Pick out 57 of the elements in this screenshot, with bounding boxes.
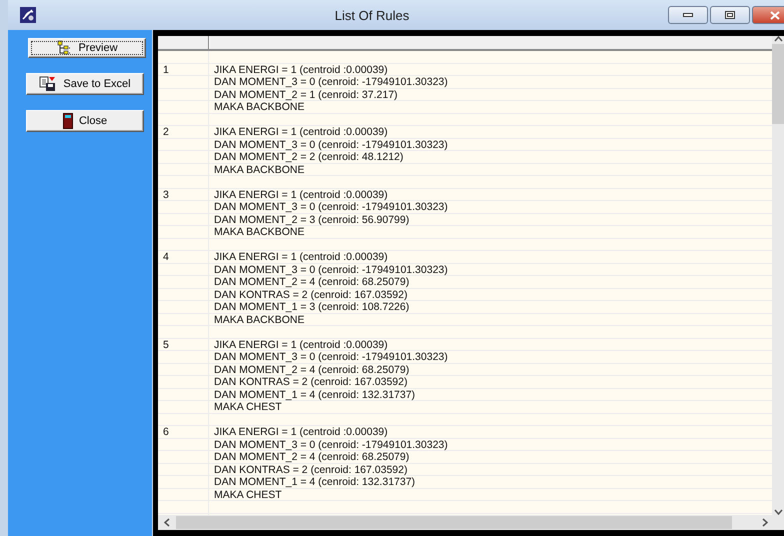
tree-icon bbox=[56, 40, 72, 56]
rule-line: DAN MOMENT_2 = 4 (cenroid: 68.25079) bbox=[213, 451, 410, 463]
rule-line: DAN MOMENT_2 = 4 (cenroid: 68.25079) bbox=[213, 364, 410, 376]
rule-line: DAN MOMENT_3 = 0 (cenroid: -17949101.30323) bbox=[213, 351, 448, 363]
rule-number: 2 bbox=[162, 126, 169, 138]
rule-number: 5 bbox=[162, 338, 169, 350]
rule-line: DAN MOMENT_3 = 0 (cenroid: -17949101.30323) bbox=[213, 201, 448, 213]
scroll-thumb[interactable] bbox=[772, 44, 784, 124]
rule-line: MAKA CHEST bbox=[213, 401, 282, 413]
rule-line: MAKA BACKBONE bbox=[213, 101, 304, 113]
rule-line: MAKA BACKBONE bbox=[213, 314, 304, 326]
rule-line: JIKA ENERGI = 1 (centroid :0.00039) bbox=[213, 426, 388, 438]
sidebar-button[interactable]: Close bbox=[26, 110, 144, 132]
sidebar-button[interactable]: Save to Excel bbox=[26, 73, 144, 95]
scroll-left-icon bbox=[164, 518, 170, 527]
rule-line: DAN MOMENT_2 = 4 (cenroid: 68.25079) bbox=[213, 276, 410, 288]
rule-line: DAN MOMENT_1 = 3 (cenroid: 108.7226) bbox=[213, 301, 410, 313]
rule-line: MAKA BACKBONE bbox=[213, 226, 304, 238]
save-disk-icon bbox=[39, 76, 58, 92]
minimize-icon bbox=[683, 13, 693, 17]
close-icon bbox=[770, 10, 780, 20]
rule-line: JIKA ENERGI = 1 (centroid :0.00039) bbox=[213, 188, 388, 200]
rule-number: 1 bbox=[162, 64, 169, 76]
rule-line: DAN MOMENT_2 = 3 (cenroid: 56.90799) bbox=[213, 214, 410, 226]
horizontal-scrollbar[interactable] bbox=[158, 515, 784, 530]
rule-number: 3 bbox=[162, 188, 169, 200]
maximize-icon bbox=[725, 11, 735, 19]
rule-line: DAN MOMENT_3 = 0 (cenroid: -17949101.30323) bbox=[213, 438, 448, 450]
scroll-thumb[interactable] bbox=[176, 516, 732, 529]
rule-line: DAN MOMENT_3 = 0 (cenroid: -17949101.30323) bbox=[213, 76, 448, 88]
rule-line: DAN MOMENT_1 = 4 (cenroid: 132.31737) bbox=[213, 388, 416, 400]
rule-line: JIKA ENERGI = 1 (centroid :0.00039) bbox=[213, 64, 388, 76]
rule-line: DAN MOMENT_3 = 0 (cenroid: -17949101.30323) bbox=[213, 264, 448, 276]
rule-line: JIKA ENERGI = 1 (centroid :0.00039) bbox=[213, 338, 388, 350]
rule-line: MAKA BACKBONE bbox=[213, 164, 304, 176]
rule-line: DAN MOMENT_1 = 4 (cenroid: 132.31737) bbox=[213, 476, 416, 488]
sidebar-button[interactable]: Preview bbox=[28, 38, 146, 58]
scroll-down-icon bbox=[774, 509, 782, 515]
rule-line: DAN MOMENT_2 = 2 (cenroid: 48.1212) bbox=[213, 151, 404, 163]
rule-line: DAN MOMENT_3 = 0 (cenroid: -17949101.30323) bbox=[213, 138, 448, 150]
app-icon bbox=[20, 7, 36, 23]
rule-line: MAKA CHEST bbox=[213, 488, 282, 500]
rule-number: 4 bbox=[162, 251, 169, 263]
rule-line: JIKA ENERGI = 1 (centroid :0.00039) bbox=[213, 251, 388, 263]
rule-number: 6 bbox=[162, 426, 169, 438]
minimize-button[interactable] bbox=[668, 6, 708, 24]
scroll-up-icon bbox=[774, 36, 782, 42]
maximize-button[interactable] bbox=[710, 6, 750, 24]
vertical-scrollbar[interactable] bbox=[772, 36, 784, 515]
rule-line: DAN KONTRAS = 2 (cenroid: 167.03592) bbox=[213, 376, 408, 388]
door-icon bbox=[62, 113, 73, 129]
scroll-right-icon bbox=[762, 518, 768, 527]
rule-line: JIKA ENERGI = 1 (centroid :0.00039) bbox=[213, 126, 388, 138]
window-title: List Of Rules bbox=[334, 8, 410, 22]
rule-line: DAN KONTRAS = 2 (cenroid: 167.03592) bbox=[213, 464, 408, 476]
rule-line: DAN MOMENT_2 = 1 (cenroid: 37.217) bbox=[213, 88, 398, 100]
rule-line: DAN KONTRAS = 2 (cenroid: 167.03592) bbox=[213, 288, 408, 300]
